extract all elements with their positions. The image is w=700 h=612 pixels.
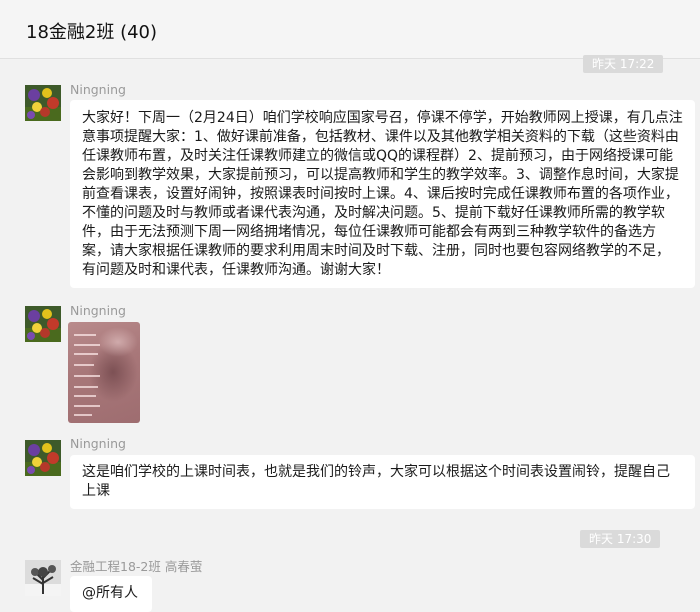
message-bubble[interactable]: @所有人 [70,576,152,612]
sender-name: 金融工程18-2班 高春萤 [70,559,203,574]
sender-name: Ningning [70,436,126,451]
chat-header: 18金融2班 (40) [0,0,700,59]
flowers-avatar[interactable] [25,440,61,476]
chat-title: 18金融2班 (40) [26,22,158,43]
message-bubble[interactable]: 大家好！下周一（2月24日）咱们学校响应国家号召，停课不停学，开始教师网上授课，… [70,100,695,288]
winter-tree-avatar[interactable] [25,560,61,596]
flowers-avatar[interactable] [25,306,61,342]
timestamp: 昨天 17:30 [580,530,661,548]
message-bubble[interactable]: 这是咱们学校的上课时间表，也就是我们的铃声，大家可以根据这个时间表设置闹铃，提醒… [70,455,695,509]
sender-name: Ningning [70,303,126,318]
class-schedule-image[interactable] [68,322,140,423]
sender-name: Ningning [70,82,126,97]
flowers-avatar[interactable] [25,85,61,121]
timestamp: 昨天 17:22 [583,55,664,73]
